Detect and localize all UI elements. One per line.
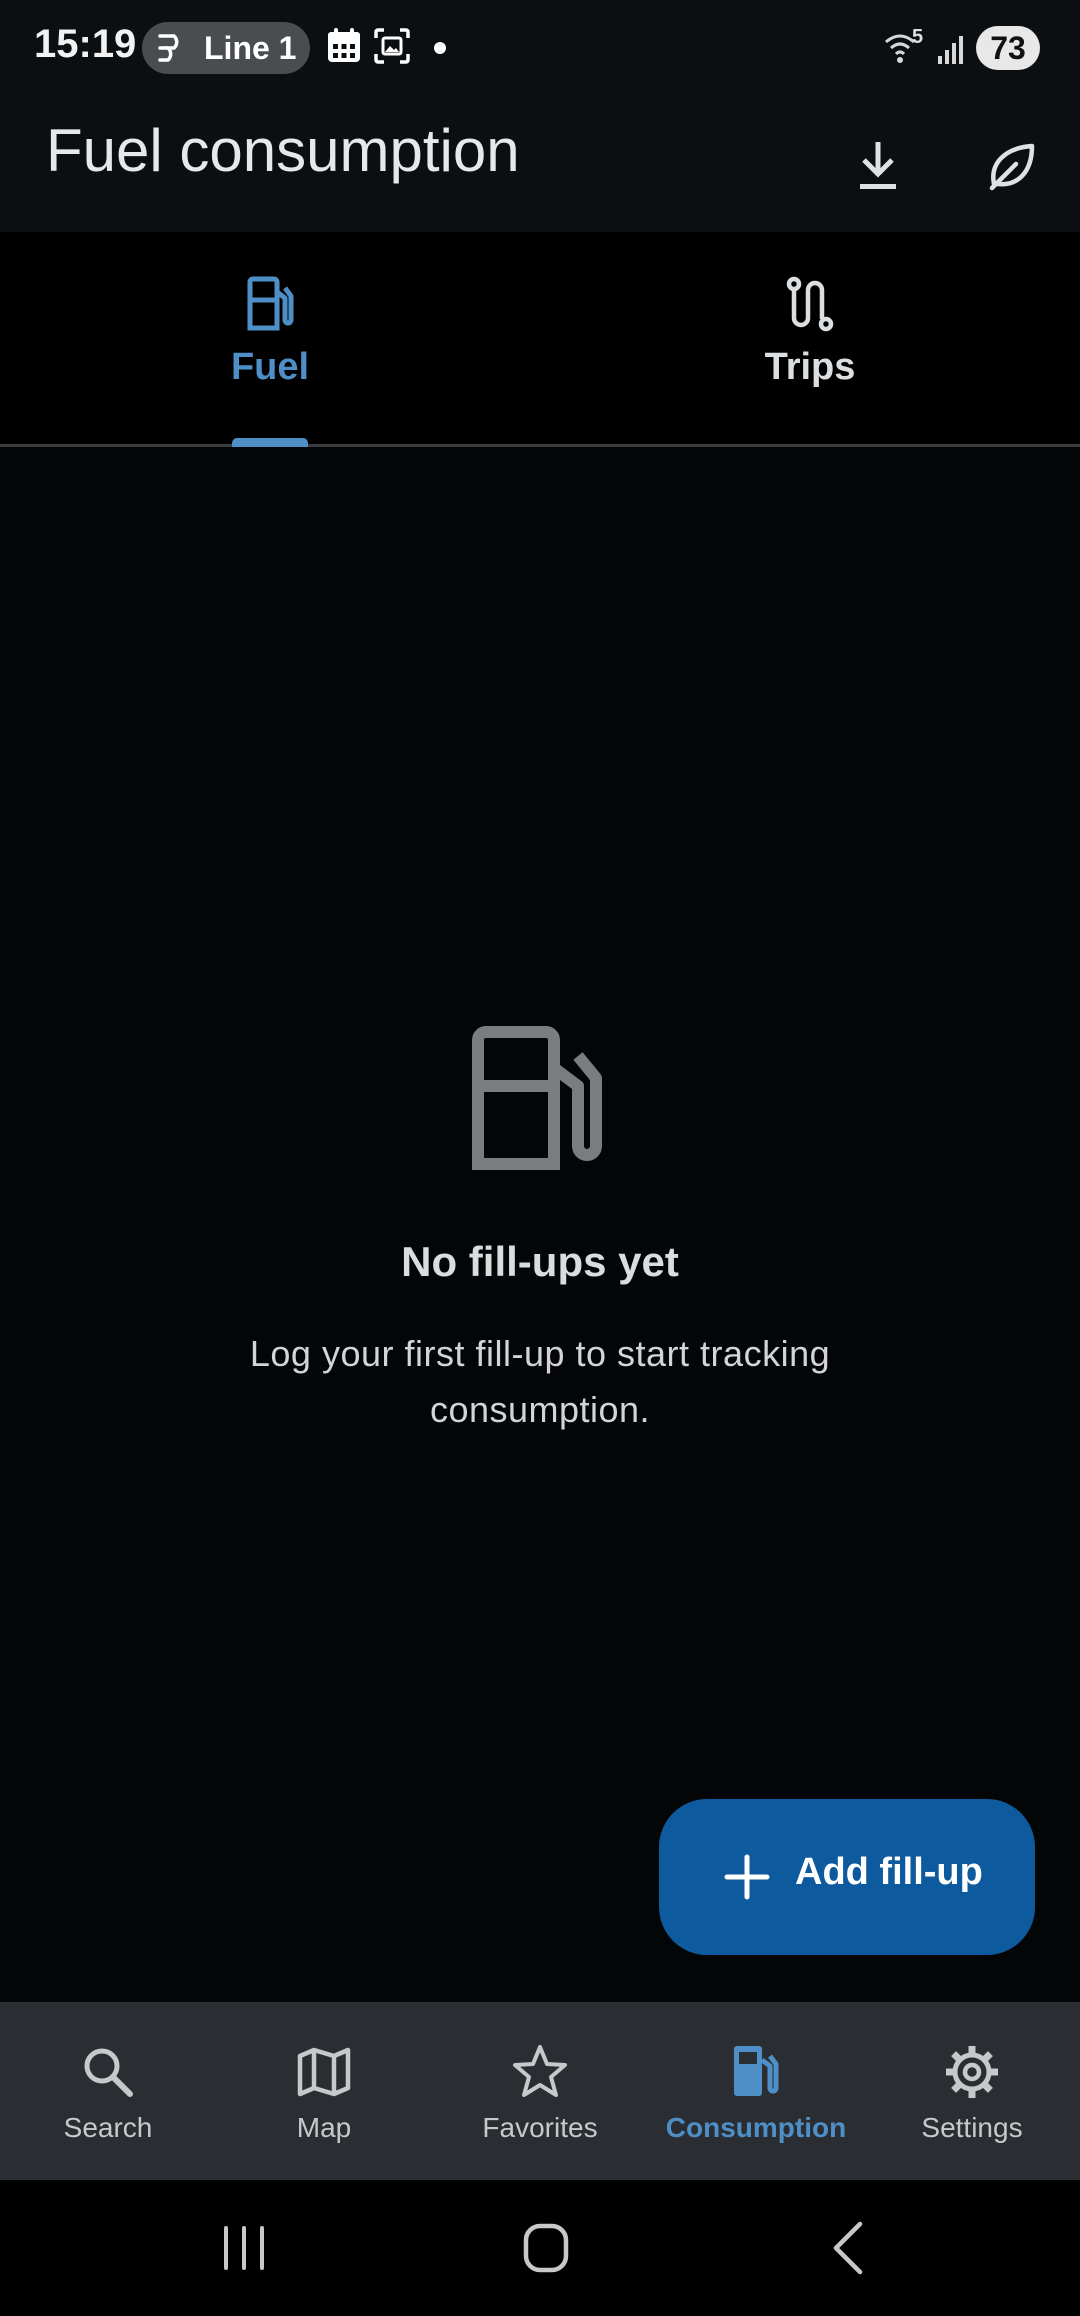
add-fill-up-label: Add fill-up <box>795 1851 983 1893</box>
notification-dot <box>434 42 446 54</box>
nav-item-consumption[interactable]: Consumption <box>648 2002 864 2180</box>
leaf-icon <box>989 143 1035 191</box>
app-bar: Fuel consumption <box>0 96 1080 232</box>
star-icon <box>513 2045 567 2097</box>
line-pill-label: Line 1 <box>204 30 297 66</box>
nav-item-settings[interactable]: Settings <box>864 2002 1080 2180</box>
nav-item-favorites[interactable]: Favorites <box>432 2002 648 2180</box>
line-pill-icon <box>158 34 179 62</box>
search-icon <box>84 2048 133 2097</box>
empty-state-title: No fill-ups yet <box>401 1238 679 1285</box>
screenshot-icon <box>374 28 410 64</box>
recents-icon[interactable] <box>204 2216 284 2280</box>
tab-bar: Fuel Trips <box>0 232 1080 447</box>
nav-item-map[interactable]: Map <box>216 2002 432 2180</box>
empty-state-description: Log your first fill-up to start tracking… <box>249 1333 831 1430</box>
download-button[interactable] <box>830 118 926 214</box>
nav-label-search: Search <box>63 2112 153 2143</box>
route-icon <box>786 276 834 332</box>
wifi-badge: 5 <box>912 26 924 48</box>
nav-label-settings: Settings <box>921 2112 1023 2143</box>
fuel-pump-icon <box>472 1026 602 1170</box>
system-navigation-bar <box>0 2180 1080 2316</box>
tab-fuel[interactable]: Fuel <box>0 232 540 447</box>
home-icon[interactable] <box>506 2216 586 2280</box>
tab-active-indicator <box>232 438 308 447</box>
calendar-icon <box>328 28 360 62</box>
page-title: Fuel consumption <box>46 117 520 184</box>
back-icon[interactable] <box>808 2216 888 2280</box>
add-fill-up-button[interactable]: Add fill-up <box>659 1799 1035 1955</box>
battery-level: 73 <box>990 29 1026 66</box>
nav-label-map: Map <box>296 2112 352 2143</box>
bottom-navigation: Search Map Favorites Consumption Setting… <box>0 2002 1080 2180</box>
fuel-pump-icon <box>734 2046 779 2096</box>
map-icon <box>297 2047 351 2097</box>
gear-icon <box>946 2046 998 2098</box>
tab-fuel-label: Fuel <box>230 346 310 388</box>
nav-label-consumption: Consumption <box>665 2112 847 2143</box>
tab-trips[interactable]: Trips <box>540 232 1080 444</box>
battery-icon: 73 <box>976 26 1040 70</box>
nav-label-favorites: Favorites <box>482 2112 598 2143</box>
signal-icon <box>938 36 963 64</box>
plus-icon <box>724 1854 770 1900</box>
line-call-pill[interactable]: Line 1 <box>142 22 310 74</box>
nav-item-search[interactable]: Search <box>0 2002 216 2180</box>
download-icon <box>860 142 896 189</box>
tab-trips-label: Trips <box>764 346 856 388</box>
fuel-pump-icon <box>247 276 294 331</box>
status-time: 15:19 <box>34 22 137 66</box>
status-bar: 15:19 Line 1 5 73 <box>0 0 1080 96</box>
eco-button[interactable] <box>964 118 1060 214</box>
